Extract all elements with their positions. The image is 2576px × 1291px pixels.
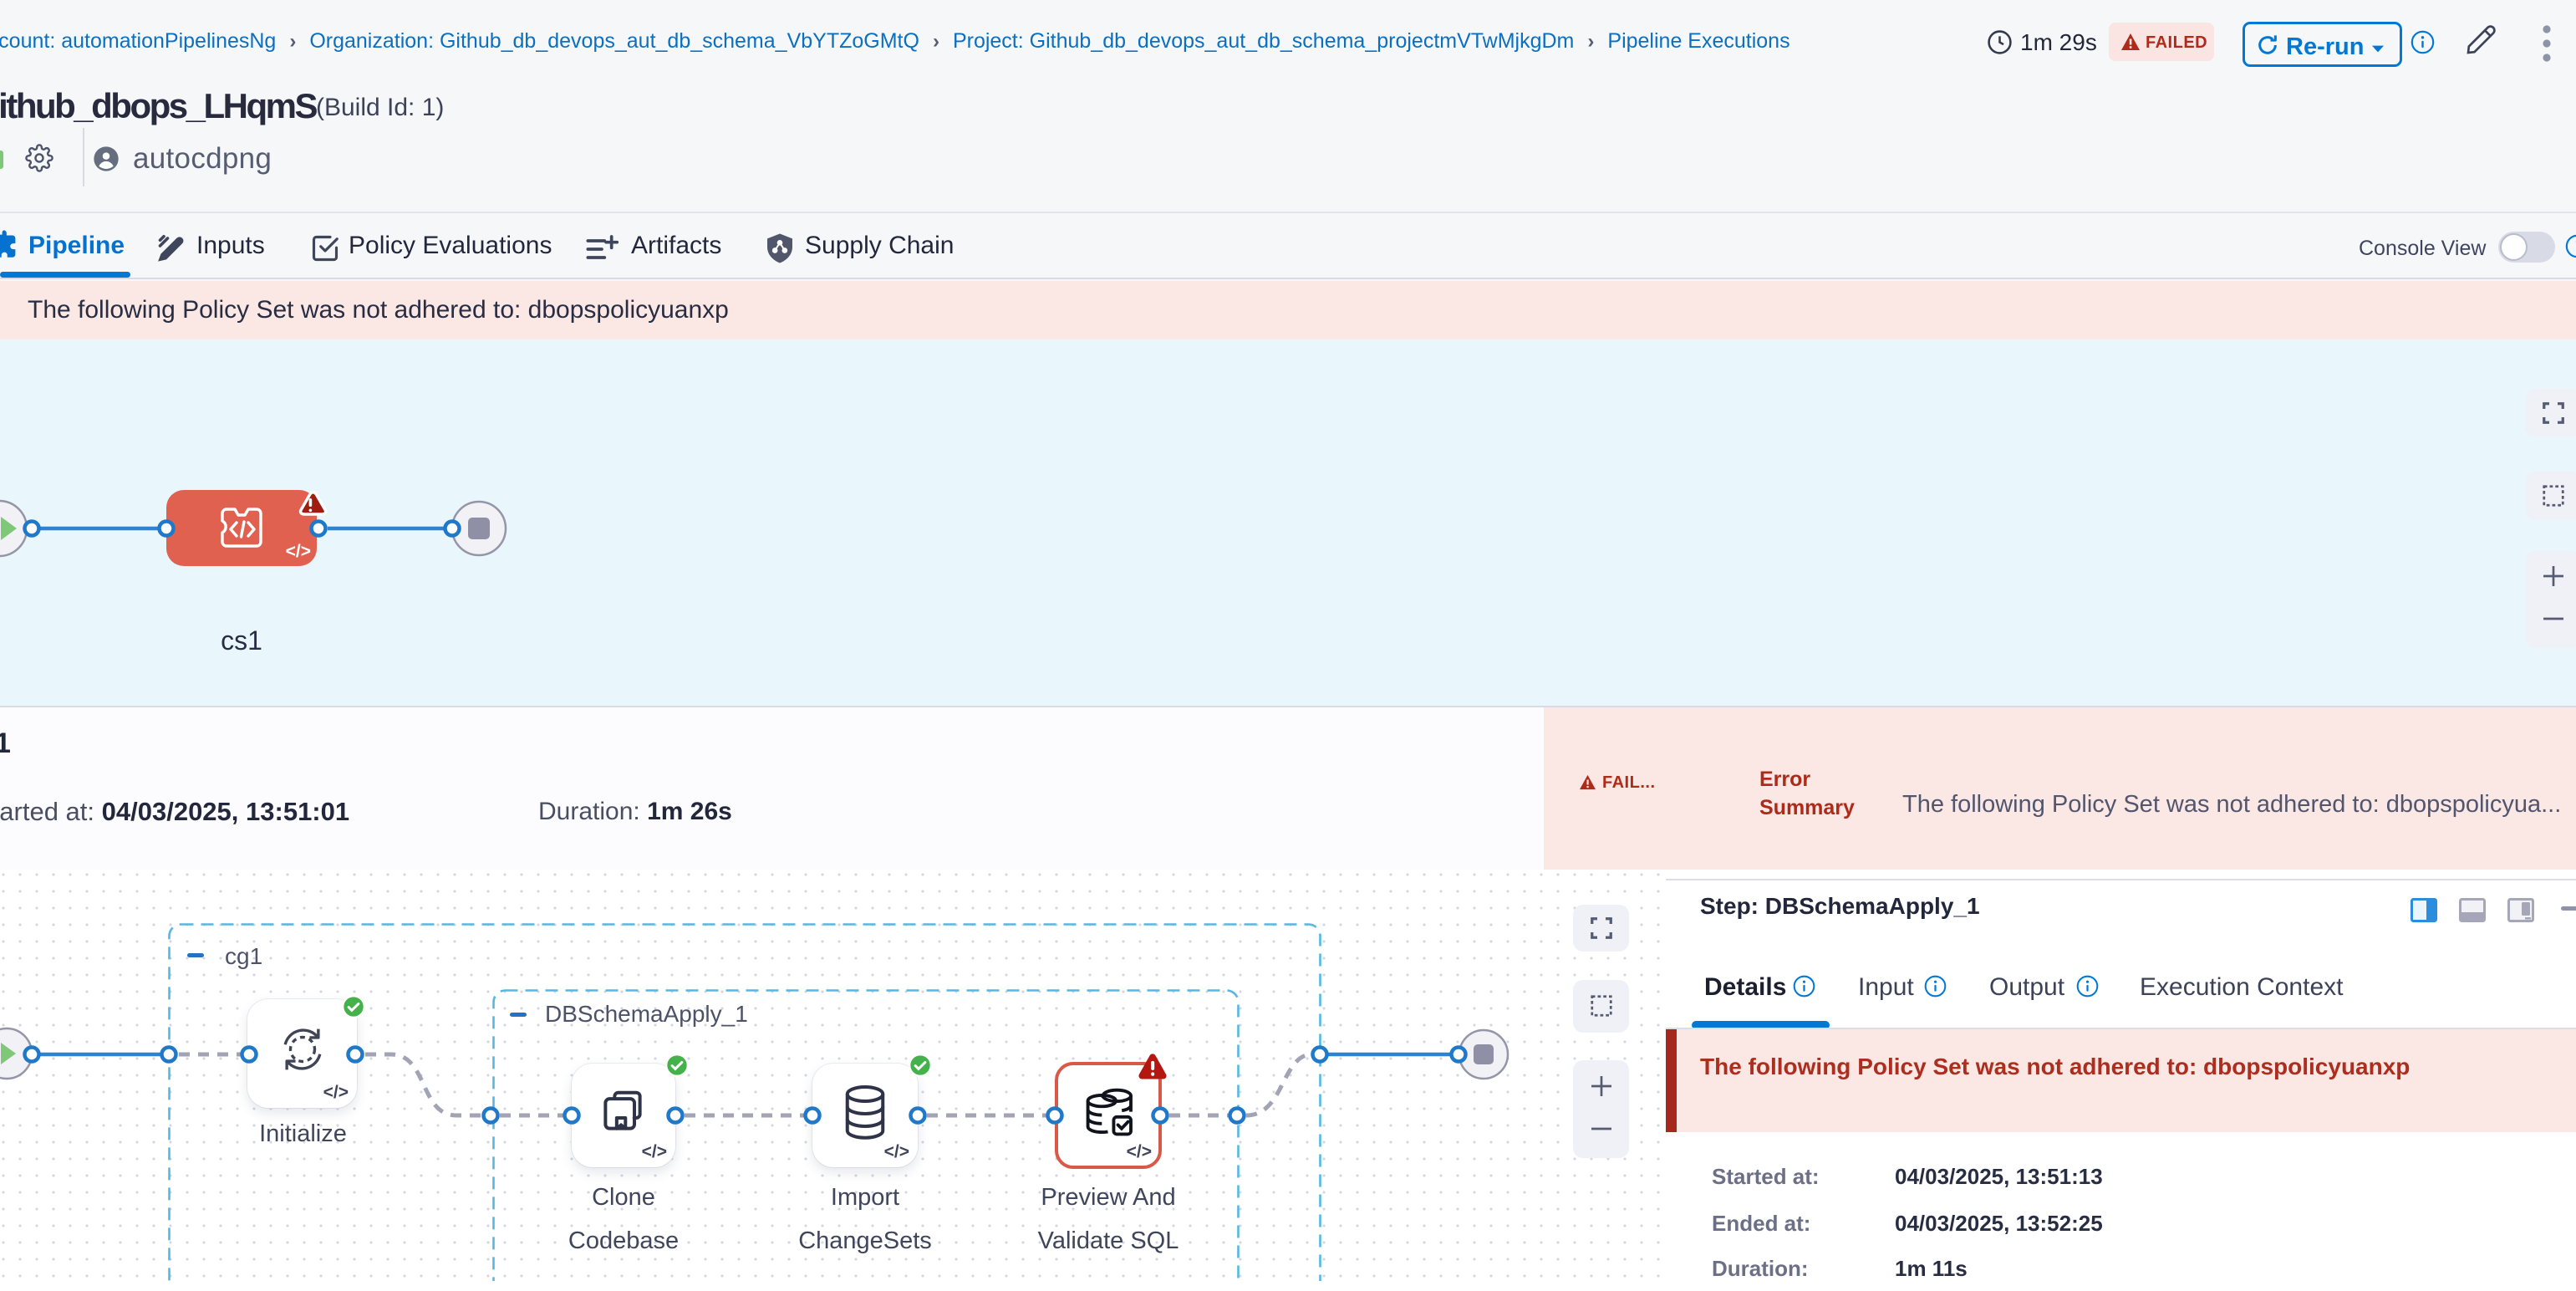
svg-text:</>: </> [286,542,311,561]
